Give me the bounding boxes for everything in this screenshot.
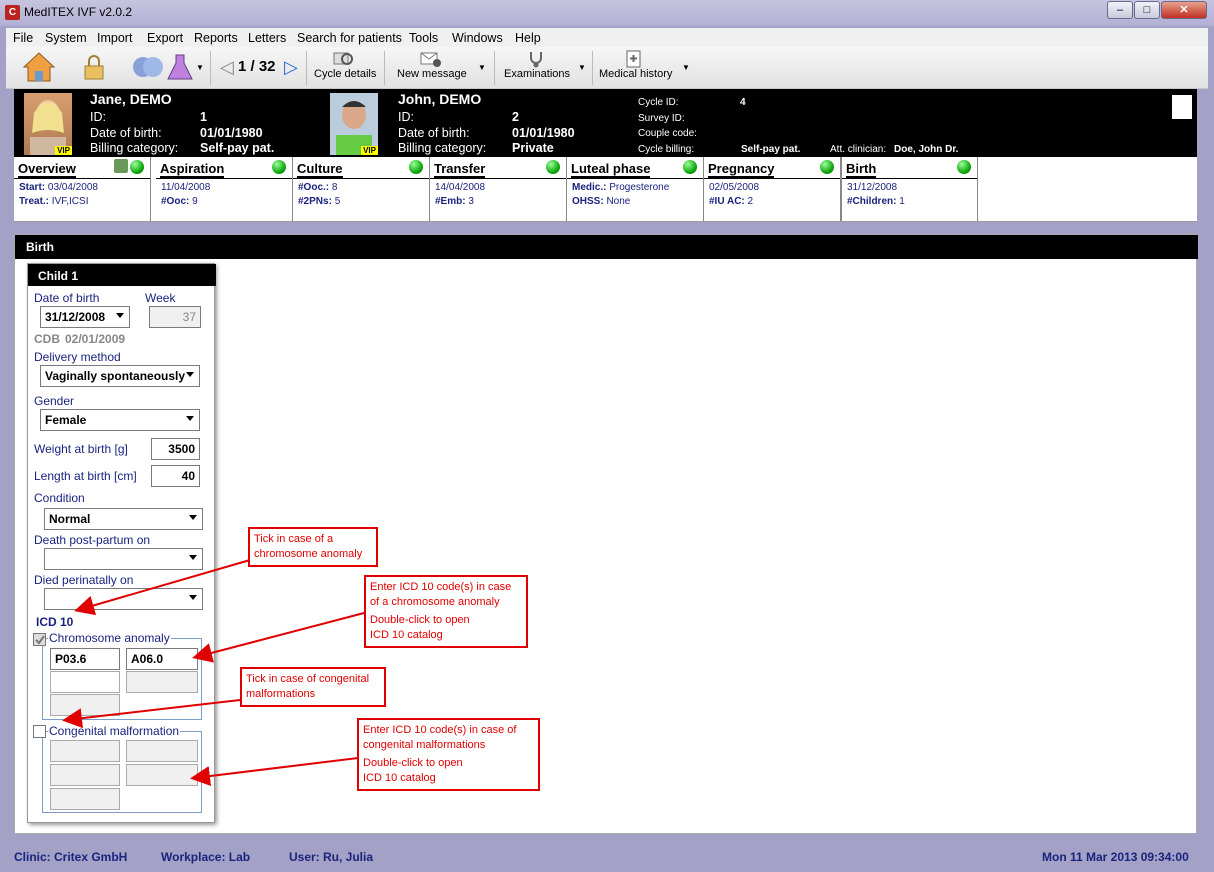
annotation-text: ICD 10 catalog: [370, 629, 443, 641]
annotation-chromosome-tick: Tick in case of a chromosome anomaly: [248, 527, 378, 567]
status-datetime: Mon 11 Mar 2013 09:34:00: [1042, 850, 1189, 864]
annotation-congenital-codes: Enter ICD 10 code(s) in case of congenit…: [357, 718, 540, 791]
annotation-text: Enter ICD 10 code(s) in case of: [363, 724, 517, 736]
annotation-text: Tick in case of a: [254, 533, 334, 545]
status-bar: Clinic: Critex GmbH Workplace: Lab User:…: [0, 846, 1214, 872]
annotation-text: Double-click to open: [370, 614, 470, 626]
annotation-text: Tick in case of congenital: [246, 673, 370, 685]
annotation-text: malformations: [246, 688, 316, 700]
annotation-congenital-tick: Tick in case of congenital malformations: [240, 667, 386, 707]
annotation-text: congenital malformations: [363, 739, 486, 751]
status-workplace: Workplace: Lab: [161, 850, 251, 864]
annotation-chromosome-codes: Enter ICD 10 code(s) in case of a chromo…: [364, 575, 528, 648]
annotation-text: chromosome anomaly: [254, 548, 363, 560]
annotation-text: of a chromosome anomaly: [370, 596, 500, 608]
annotation-text: ICD 10 catalog: [363, 772, 436, 784]
annotation-text: Double-click to open: [363, 757, 463, 769]
status-clinic: Clinic: Critex GmbH: [14, 850, 128, 864]
annotation-text: Enter ICD 10 code(s) in case: [370, 581, 512, 593]
status-user: User: Ru, Julia: [289, 850, 374, 864]
annotation-arrows: [62, 559, 365, 786]
